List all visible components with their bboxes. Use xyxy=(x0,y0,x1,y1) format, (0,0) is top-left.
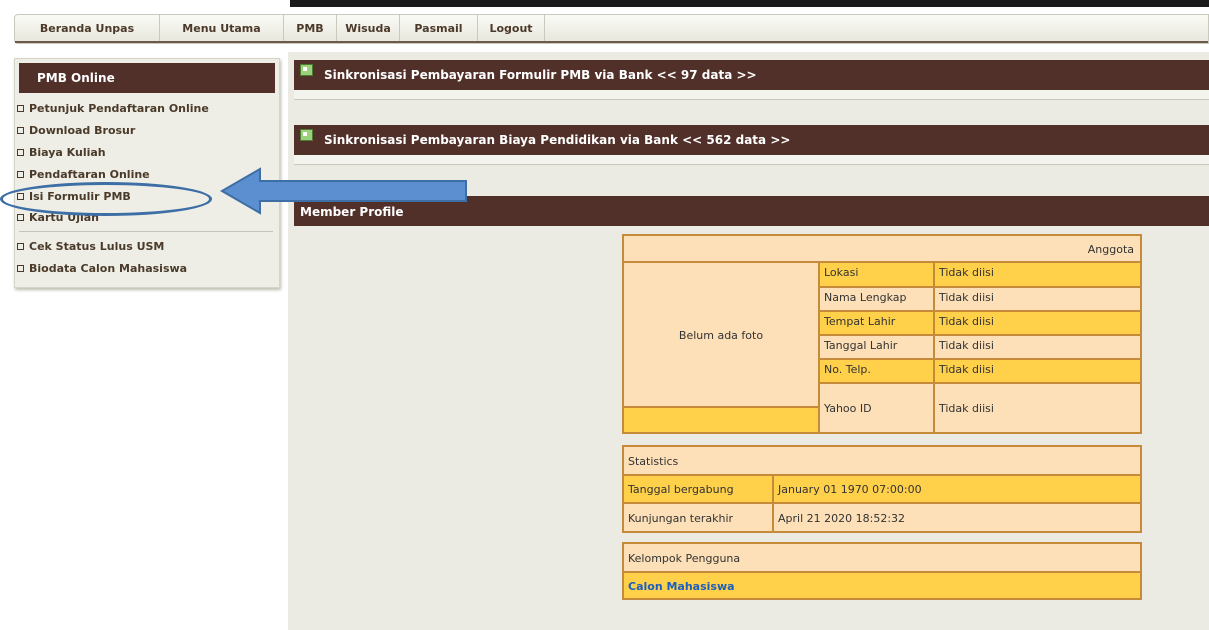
stat-label: Tanggal bergabung xyxy=(623,475,773,503)
stat-label: Kunjungan terakhir xyxy=(623,503,773,532)
sidebar-link-label: Pendaftaran Online xyxy=(29,168,150,181)
group-link-calon-mahasiswa[interactable]: Calon Mahasiswa xyxy=(623,572,1141,599)
nav-underline xyxy=(15,41,1208,43)
sync-biaya-label: Sinkronisasi Pembayaran Biaya Pendidikan… xyxy=(324,133,791,147)
photo-footer-cell xyxy=(623,407,819,433)
sidebar-link-label: Biaya Kuliah xyxy=(29,146,106,159)
stat-value: April 21 2020 18:52:32 xyxy=(773,503,1141,532)
bullet-icon xyxy=(17,171,24,178)
bullet-icon xyxy=(17,214,24,221)
profile-value: Tidak diisi xyxy=(934,359,1141,383)
sidebar-link-label: Download Brosur xyxy=(29,124,136,137)
nav-beranda-unpas[interactable]: Beranda Unpas xyxy=(15,15,160,43)
pointer-arrow-icon xyxy=(220,167,467,215)
sync-formulir-bar[interactable]: Sinkronisasi Pembayaran Formulir PMB via… xyxy=(294,60,1209,90)
sidebar-link-label: Cek Status Lulus USM xyxy=(29,240,165,253)
statistics-table: Statistics Tanggal bergabung January 01 … xyxy=(622,445,1142,533)
profile-value: Tidak diisi xyxy=(934,262,1141,287)
sidebar-link-label: Biodata Calon Mahasiswa xyxy=(29,262,188,275)
bar-spacer xyxy=(294,90,1209,100)
sidebar-link-cek-status[interactable]: Cek Status Lulus USM xyxy=(15,240,164,253)
bullet-icon xyxy=(17,243,24,250)
profile-label: Yahoo ID xyxy=(819,383,934,433)
profile-value: Tidak diisi xyxy=(934,287,1141,311)
nav-logout[interactable]: Logout xyxy=(478,15,545,43)
group-title: Kelompok Pengguna xyxy=(623,543,1141,572)
sidebar-link-petunjuk[interactable]: Petunjuk Pendaftaran Online xyxy=(15,102,209,115)
flag-icon xyxy=(300,64,313,76)
top-strip xyxy=(0,0,1209,14)
nav-menu-utama[interactable]: Menu Utama xyxy=(160,15,284,43)
group-table: Kelompok Pengguna Calon Mahasiswa xyxy=(622,542,1142,600)
sidebar-link-label: Petunjuk Pendaftaran Online xyxy=(29,102,209,115)
nav-pmb[interactable]: PMB xyxy=(284,15,337,43)
bar-spacer xyxy=(294,155,1209,165)
profile-header: Anggota xyxy=(623,235,1141,262)
profile-label: Lokasi xyxy=(819,262,934,287)
nav-pasmail[interactable]: Pasmail xyxy=(400,15,478,43)
profile-label: Nama Lengkap xyxy=(819,287,934,311)
sidebar-link-download-brosur[interactable]: Download Brosur xyxy=(15,124,135,137)
bullet-icon xyxy=(17,105,24,112)
sidebar-link-biaya-kuliah[interactable]: Biaya Kuliah xyxy=(15,146,106,159)
sidebar-link-biodata[interactable]: Biodata Calon Mahasiswa xyxy=(15,262,187,275)
profile-label: Tanggal Lahir xyxy=(819,335,934,359)
sidebar-link-pendaftaran-online[interactable]: Pendaftaran Online xyxy=(15,168,150,181)
statistics-title: Statistics xyxy=(623,446,1141,475)
photo-placeholder: Belum ada foto xyxy=(623,262,819,407)
sync-formulir-label: Sinkronisasi Pembayaran Formulir PMB via… xyxy=(324,68,757,82)
bullet-icon xyxy=(17,127,24,134)
sidebar-divider xyxy=(19,231,273,232)
flag-icon xyxy=(300,129,313,141)
sidebar-title: PMB Online xyxy=(19,63,275,93)
profile-value: Tidak diisi xyxy=(934,335,1141,359)
stat-value: January 01 1970 07:00:00 xyxy=(773,475,1141,503)
profile-label: No. Telp. xyxy=(819,359,934,383)
nav-wisuda[interactable]: Wisuda xyxy=(337,15,400,43)
profile-table: Anggota Belum ada foto Lokasi Tidak diis… xyxy=(622,234,1142,434)
profile-value: Tidak diisi xyxy=(934,383,1141,433)
bullet-icon xyxy=(17,265,24,272)
sync-biaya-bar[interactable]: Sinkronisasi Pembayaran Biaya Pendidikan… xyxy=(294,125,1209,155)
bullet-icon xyxy=(17,149,24,156)
highlight-ellipse xyxy=(0,182,212,216)
profile-label: Tempat Lahir xyxy=(819,311,934,335)
top-nav: Beranda Unpas Menu Utama PMB Wisuda Pasm… xyxy=(14,14,1209,44)
profile-value: Tidak diisi xyxy=(934,311,1141,335)
